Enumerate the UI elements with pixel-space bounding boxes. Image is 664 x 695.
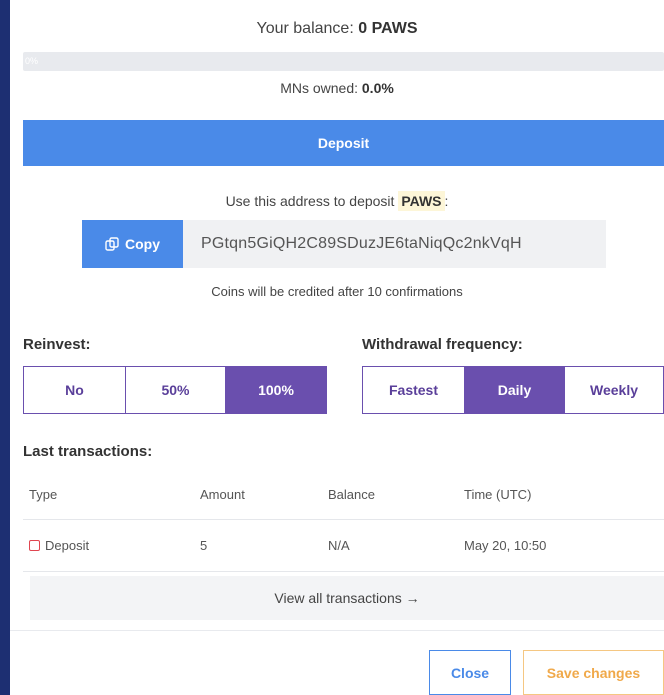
mns-prefix: MNs owned: — [280, 80, 362, 96]
balance-value: 0 PAWS — [358, 20, 418, 37]
table-header: Type Amount Balance Time (UTC) — [23, 470, 664, 520]
copy-button[interactable]: Copy — [82, 220, 183, 268]
mns-owned-text: MNs owned: 0.0% — [10, 80, 664, 96]
reinvest-label: Reinvest: — [23, 336, 91, 353]
reinvest-option-100[interactable]: 100% — [226, 367, 326, 413]
mns-value: 0.0% — [361, 80, 394, 96]
deposit-icon — [29, 540, 40, 551]
deposit-colon: : — [444, 193, 449, 209]
deposit-tab[interactable]: Deposit — [23, 120, 664, 166]
frequency-option-weekly[interactable]: Weekly — [565, 367, 663, 413]
deposit-intro: Use this address to deposit — [225, 193, 395, 209]
tx-time: May 20, 10:50 — [464, 538, 547, 553]
tx-balance: N/A — [328, 538, 350, 553]
view-all-transactions-button[interactable]: View all transactions → — [30, 576, 664, 620]
last-transactions-label: Last transactions: — [23, 443, 153, 460]
copy-label: Copy — [125, 236, 160, 252]
column-time: Time (UTC) — [464, 487, 532, 502]
close-button[interactable]: Close — [429, 650, 511, 695]
tx-amount: 5 — [200, 538, 208, 553]
frequency-option-daily[interactable]: Daily — [465, 367, 565, 413]
reinvest-option-50[interactable]: 50% — [126, 367, 226, 413]
ownership-progress-bar: 0% — [23, 52, 664, 71]
copy-icon — [105, 237, 119, 251]
tx-type-cell: Deposit — [23, 538, 200, 553]
withdrawal-frequency-label: Withdrawal frequency: — [362, 336, 523, 353]
deposit-instructions: Use this address to deposit PAWS: — [10, 191, 664, 211]
save-changes-button[interactable]: Save changes — [523, 650, 664, 695]
table-row: Deposit 5 N/A May 20, 10:50 — [23, 520, 664, 572]
progress-label: 0% — [25, 56, 39, 66]
tx-type: Deposit — [45, 538, 90, 553]
coin-tag: PAWS — [398, 191, 445, 211]
address-row: Copy PGtqn5GiQH2C89SDuzJE6taNiqQc2nkVqH — [82, 220, 606, 268]
column-type: Type — [29, 487, 58, 502]
deposit-address-field[interactable]: PGtqn5GiQH2C89SDuzJE6taNiqQc2nkVqH — [183, 220, 606, 268]
withdrawal-frequency-selector: Fastest Daily Weekly — [362, 366, 664, 414]
column-balance: Balance — [328, 487, 375, 502]
reinvest-selector: No 50% 100% — [23, 366, 327, 414]
footer-divider — [10, 630, 664, 631]
column-amount: Amount — [200, 487, 245, 502]
balance-text: Your balance: 0 PAWS — [10, 20, 664, 38]
reinvest-option-no[interactable]: No — [24, 367, 126, 413]
confirmation-note: Coins will be credited after 10 confirma… — [211, 284, 463, 299]
balance-prefix: Your balance: — [256, 20, 359, 37]
frequency-option-fastest[interactable]: Fastest — [363, 367, 465, 413]
settings-modal: Your balance: 0 PAWS 0% MNs owned: 0.0% … — [10, 0, 664, 695]
transactions-table: Type Amount Balance Time (UTC) Deposit 5… — [23, 470, 664, 572]
